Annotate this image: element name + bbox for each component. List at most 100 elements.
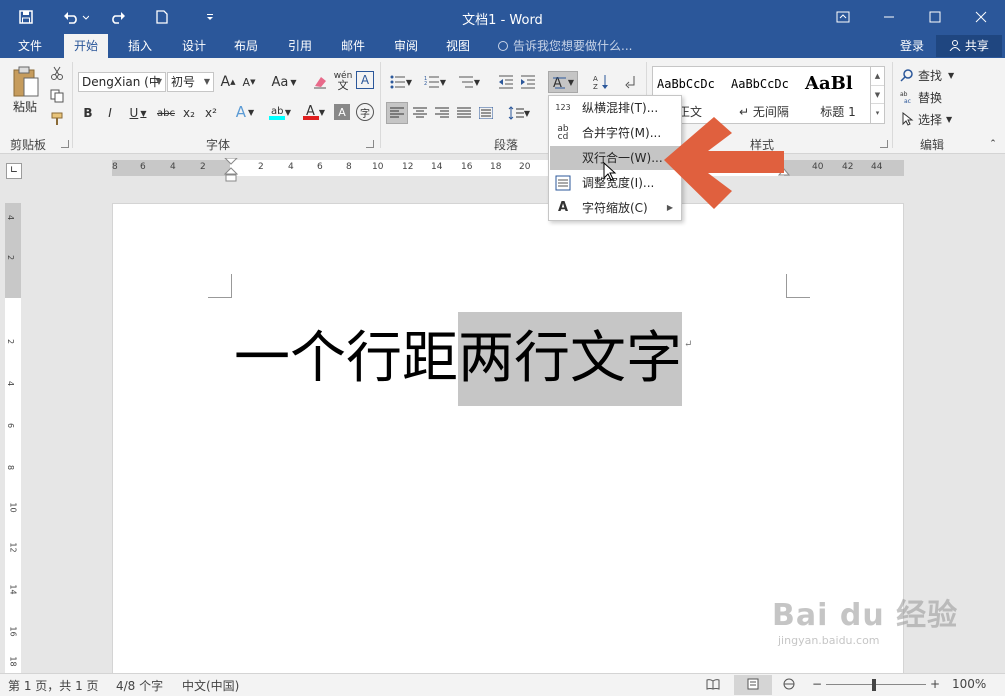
indent-marker-icon[interactable] xyxy=(224,158,238,182)
tell-me-box[interactable]: 告诉我您想要做什么... xyxy=(498,34,632,58)
menu-item-combine-characters[interactable]: ab cd 合并字符(M)... xyxy=(550,121,681,145)
clear-formatting-icon[interactable] xyxy=(310,72,330,92)
chevron-down-icon[interactable]: ▼ xyxy=(201,73,213,91)
watermark-url: jingyan.baidu.com xyxy=(778,634,880,647)
shrink-font-icon[interactable]: A ▼ xyxy=(239,72,259,92)
phonetic-guide-icon[interactable]: wén 文 xyxy=(332,70,354,92)
multilevel-list-button[interactable]: ▼ xyxy=(454,72,484,92)
tab-home[interactable]: 开始 xyxy=(64,34,109,58)
character-shading-button[interactable]: A xyxy=(334,104,350,120)
styles-launcher-icon[interactable] xyxy=(880,140,888,148)
enclose-characters-button[interactable]: 字 xyxy=(356,103,374,121)
print-layout-icon[interactable] xyxy=(734,675,772,695)
paste-icon[interactable] xyxy=(12,66,40,100)
font-color-button[interactable]: A ▼ xyxy=(298,102,330,122)
ruler-label: 8 xyxy=(346,162,352,172)
web-layout-icon[interactable] xyxy=(782,678,796,693)
menu-item-character-scaling[interactable]: A 字符缩放(C) ▶ xyxy=(550,196,681,220)
superscript-button[interactable]: x² xyxy=(202,103,220,123)
highlight-color-button[interactable]: ab ▼ xyxy=(264,102,296,122)
ribbon-display-options-button[interactable] xyxy=(820,0,866,34)
word-count[interactable]: 4/8 个字 xyxy=(116,677,163,694)
tab-view[interactable]: 视图 xyxy=(436,34,480,58)
font-size-combo[interactable]: 初号 ▼ xyxy=(167,72,214,92)
format-painter-icon[interactable] xyxy=(48,110,66,128)
selected-text[interactable]: 两行文字 xyxy=(458,312,682,406)
subscript-button[interactable]: x₂ xyxy=(180,103,198,123)
tab-selector-icon[interactable]: ∟ xyxy=(6,163,22,179)
find-button[interactable]: 查找 ▼ xyxy=(900,66,964,84)
minimize-button[interactable] xyxy=(866,0,912,34)
asian-layout-button[interactable]: A ▼ xyxy=(548,71,578,93)
style-sample: AaBbCcDc xyxy=(657,77,715,91)
grow-font-icon[interactable]: A ▲ xyxy=(218,72,238,92)
numbering-button[interactable]: 1 2 ▼ xyxy=(420,72,450,92)
maximize-button[interactable] xyxy=(912,0,958,34)
vertical-ruler[interactable]: 4 2 2 4 6 8 10 12 14 16 18 xyxy=(5,203,21,673)
scroll-up-icon[interactable]: ▲ xyxy=(871,67,884,86)
font-launcher-icon[interactable] xyxy=(366,140,374,148)
copy-icon[interactable] xyxy=(48,87,66,105)
sign-in-link[interactable]: 登录 xyxy=(900,34,924,58)
align-center-button[interactable] xyxy=(410,103,430,123)
font-name-combo[interactable]: DengXian (中 ▼ xyxy=(78,72,166,92)
tab-mailings[interactable]: 邮件 xyxy=(331,34,375,58)
select-button[interactable]: 选择 ▼ xyxy=(900,110,964,128)
increase-indent-icon[interactable] xyxy=(518,72,538,92)
menu-item-combine-vertical[interactable]: 123 纵横混排(T)... xyxy=(550,96,681,120)
language-indicator[interactable]: 中文(中国) xyxy=(182,677,239,694)
line-spacing-button[interactable]: ▼ xyxy=(504,103,534,123)
ruler-label: 4 xyxy=(6,380,16,387)
zoom-slider-thumb[interactable] xyxy=(872,679,876,691)
ruler-label: 12 xyxy=(402,162,414,172)
replace-label: 替换 xyxy=(918,90,943,105)
zoom-in-button[interactable]: + xyxy=(930,677,940,691)
italic-button[interactable]: I xyxy=(102,103,118,123)
zoom-level[interactable]: 100% xyxy=(952,677,986,691)
read-mode-icon[interactable] xyxy=(706,678,720,693)
sort-icon[interactable]: AZ xyxy=(590,72,612,92)
bold-button[interactable]: B xyxy=(80,103,96,123)
strikethrough-button[interactable]: abc xyxy=(156,103,176,123)
page-count[interactable]: 第 1 页，共 1 页 xyxy=(8,677,99,694)
zoom-slider-track[interactable] xyxy=(826,684,926,685)
decrease-indent-icon[interactable] xyxy=(496,72,516,92)
document-body-text[interactable]: 一个行距两行文字 ↵ xyxy=(234,298,692,406)
zoom-out-button[interactable]: − xyxy=(812,677,822,691)
underline-button[interactable]: U ▼ xyxy=(124,103,152,123)
tab-references[interactable]: 引用 xyxy=(278,34,322,58)
bullets-button[interactable]: ▼ xyxy=(386,72,416,92)
title-bar: 文档1 - Word xyxy=(0,0,1005,34)
justify-button[interactable] xyxy=(454,103,474,123)
tab-insert[interactable]: 插入 xyxy=(118,34,162,58)
share-button[interactable]: 共享 xyxy=(936,35,1002,57)
replace-button[interactable]: ab ac 替换 xyxy=(900,88,964,106)
align-left-button[interactable] xyxy=(386,102,408,124)
align-right-button[interactable] xyxy=(432,103,452,123)
character-border-icon[interactable]: A xyxy=(356,71,374,89)
tab-design[interactable]: 设计 xyxy=(172,34,216,58)
paste-button[interactable]: 粘贴 xyxy=(10,98,40,114)
text-effects-button[interactable]: A ▼ xyxy=(230,102,260,122)
styles-gallery-scroll[interactable]: ▲ ▼ ▾ xyxy=(870,67,884,123)
tab-layout[interactable]: 布局 xyxy=(224,34,268,58)
ruler-label: 16 xyxy=(8,626,18,637)
ruler-label: 10 xyxy=(372,162,384,172)
scroll-down-icon[interactable]: ▼ xyxy=(871,86,884,105)
cut-icon[interactable] xyxy=(48,64,66,82)
close-button[interactable] xyxy=(958,0,1004,34)
tab-review[interactable]: 审阅 xyxy=(384,34,428,58)
fit-text-icon xyxy=(554,175,572,191)
tab-file[interactable]: 文件 xyxy=(8,34,52,58)
more-styles-icon[interactable]: ▾ xyxy=(871,104,884,123)
style-heading-1[interactable]: AaBl 标题 1 xyxy=(801,67,875,123)
collapse-ribbon-icon[interactable]: ⌃ xyxy=(986,138,1000,150)
distributed-button[interactable] xyxy=(476,103,496,123)
clipboard-launcher-icon[interactable] xyxy=(61,140,69,148)
find-label: 查找 xyxy=(918,68,943,83)
show-hide-marks-icon[interactable] xyxy=(620,72,640,92)
horizontal-ruler[interactable]: 8 6 4 2 2 4 6 8 10 12 14 16 18 20 40 42 … xyxy=(112,158,904,182)
ruler-label: 4 xyxy=(288,162,294,172)
change-case-button[interactable]: Aa ▼ xyxy=(268,72,300,92)
chevron-down-icon[interactable]: ▼ xyxy=(153,73,165,91)
